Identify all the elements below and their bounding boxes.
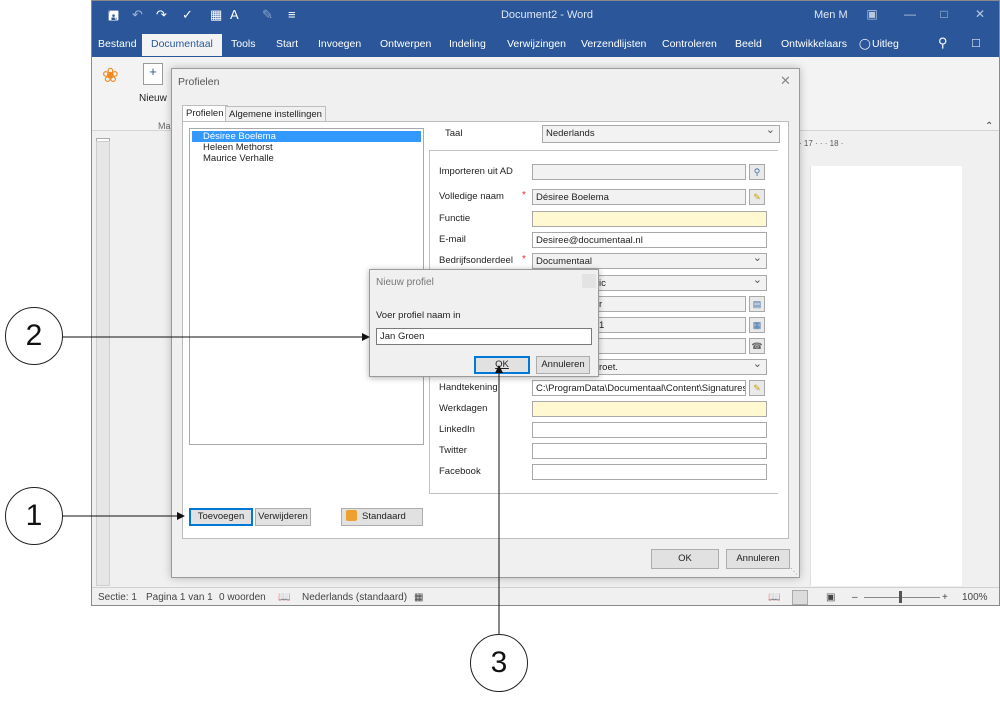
callout-lines (62, 333, 503, 634)
callout-2: 2 (5, 307, 63, 365)
callout-3: 3 (470, 634, 528, 692)
callout-1: 1 (5, 487, 63, 545)
screenshot-stage: 🖪 ↶ ↷ ✓ ▦ A ✎ ≡ Document2 - Word Men M ▣… (0, 0, 1000, 706)
